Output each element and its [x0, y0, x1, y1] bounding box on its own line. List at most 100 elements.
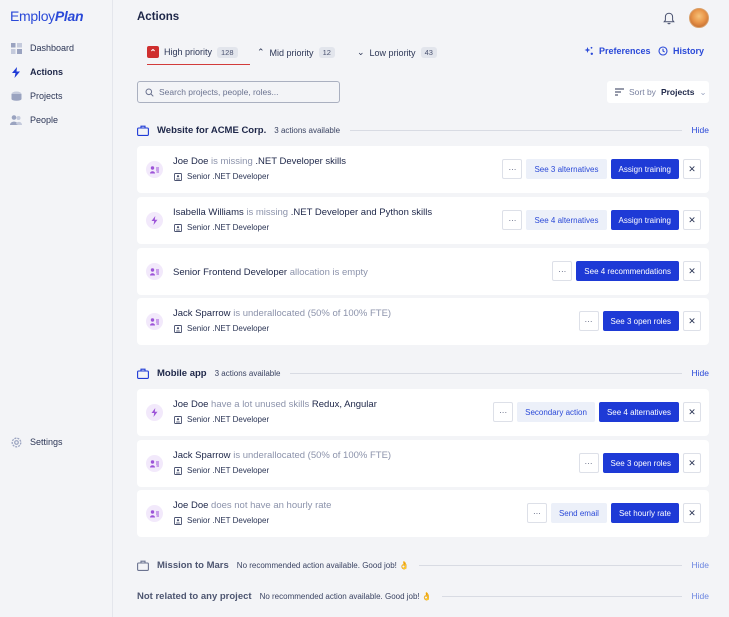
action-card: Joe Doe does not have an hourly rate Sen… [137, 490, 709, 537]
close-icon[interactable]: ✕ [683, 311, 701, 331]
close-icon[interactable]: ✕ [683, 261, 701, 281]
card-buttons: ··· Secondary action See 4 alternatives … [493, 402, 701, 422]
tab-count: 128 [217, 46, 238, 58]
hide-button[interactable]: Hide [692, 368, 709, 378]
card-buttons: ··· See 3 alternatives Assign training ✕ [502, 159, 701, 179]
sidebar-item-label: Projects [30, 91, 63, 101]
action-text: Jack Sparrow is underallocated (50% of 1… [173, 308, 391, 319]
close-icon[interactable]: ✕ [683, 159, 701, 179]
primary-action-button[interactable]: See 4 recommendations [576, 261, 679, 281]
person-name: Joe Doe [173, 399, 209, 410]
action-text: Joe Doe is missing .NET Developer skills [173, 156, 346, 167]
role-line: Senior .NET Developer [174, 516, 269, 525]
hide-button[interactable]: Hide [692, 125, 709, 135]
primary-action-button[interactable]: See 3 open roles [602, 453, 679, 473]
more-options-button[interactable]: ··· [578, 311, 599, 331]
hide-button[interactable]: Hide [692, 591, 709, 601]
role-label: Senior .NET Developer [187, 516, 270, 525]
role-label: Senior .NET Developer [187, 466, 270, 475]
more-options-button[interactable]: ··· [502, 159, 523, 179]
tab-count: 12 [318, 47, 335, 58]
action-description: does not have an hourly rate [208, 500, 332, 511]
primary-action-button[interactable]: See 4 alternatives [598, 402, 679, 422]
primary-action-button[interactable]: Assign training [610, 210, 679, 230]
logo[interactable]: EmployPlan [10, 8, 84, 24]
group-subtitle: 3 actions available [214, 368, 281, 378]
secondary-action-button[interactable]: See 3 alternatives [526, 159, 607, 179]
group-header: Website for ACME Corp. 3 actions availab… [137, 122, 709, 138]
person-name: Joe Doe [173, 156, 209, 167]
divider [350, 129, 682, 131]
lightning-icon [146, 212, 163, 229]
id-card-icon [174, 415, 182, 424]
secondary-action-button[interactable]: See 4 alternatives [526, 210, 607, 230]
sort-dropdown[interactable]: Sort by Projects ⌄ [607, 81, 709, 103]
sidebar-item-people[interactable]: People [10, 108, 105, 132]
group-header: Mobile app 3 actions available Hide [137, 365, 709, 381]
more-options-button[interactable]: ··· [552, 261, 573, 281]
person-name: Joe Doe [173, 500, 209, 511]
tab-low-priority[interactable]: ⌄ Low priority 43 [357, 40, 437, 65]
role-line: Senior .NET Developer [174, 223, 269, 232]
action-description: is underallocated (50% of 100% FTE) [230, 308, 392, 319]
role-line: Senior .NET Developer [174, 324, 269, 333]
divider [419, 564, 682, 566]
close-icon[interactable]: ✕ [683, 453, 701, 473]
close-icon[interactable]: ✕ [683, 210, 701, 230]
more-options-button[interactable]: ··· [526, 503, 547, 523]
priority-tabs: ⌃ High priority 128 ⌃ Mid priority 12 ⌄ … [137, 40, 709, 65]
secondary-action-button[interactable]: Send email [550, 503, 607, 523]
divider [441, 595, 682, 597]
card-buttons: ··· See 4 recommendations ✕ [552, 261, 701, 281]
dashboard-icon [10, 42, 22, 54]
chevron-up-icon: ⌃ [257, 47, 265, 57]
primary-action-button[interactable]: Assign training [610, 159, 679, 179]
sidebar-item-dashboard[interactable]: Dashboard [10, 36, 105, 60]
id-card-icon [174, 324, 182, 333]
sidebar-item-settings[interactable]: Settings [10, 430, 63, 454]
more-options-button[interactable]: ··· [578, 453, 599, 473]
sidebar-nav: Dashboard Actions Projects People [10, 36, 105, 132]
sidebar-item-projects[interactable]: Projects [10, 84, 105, 108]
preferences-link[interactable]: Preferences [584, 40, 651, 62]
close-icon[interactable]: ✕ [683, 402, 701, 422]
briefcase-icon [137, 368, 149, 379]
tab-label: Low priority [369, 47, 416, 58]
history-label: History [673, 46, 705, 56]
action-description: is missing [243, 207, 291, 218]
top-bar-icons [663, 8, 709, 28]
tab-mid-priority[interactable]: ⌃ Mid priority 12 [257, 40, 335, 65]
close-icon[interactable]: ✕ [683, 503, 701, 523]
tab-count: 43 [420, 47, 437, 58]
tab-high-priority[interactable]: ⌃ High priority 128 [147, 40, 250, 65]
page-title: Actions [137, 11, 180, 23]
sidebar: EmployPlan Dashboard Actions Projects Pe… [0, 0, 113, 617]
projects-icon [10, 90, 22, 102]
primary-action-button[interactable]: See 3 open roles [602, 311, 679, 331]
secondary-action-button[interactable]: Secondary action [517, 402, 595, 422]
briefcase-icon [137, 125, 149, 136]
more-options-button[interactable]: ··· [502, 210, 523, 230]
role-name: Senior Frontend Developer [173, 267, 288, 278]
action-card: Jack Sparrow is underallocated (50% of 1… [137, 298, 709, 345]
card-buttons: ··· See 3 open roles ✕ [578, 311, 701, 331]
logo-part1: Employ [10, 8, 55, 24]
id-card-icon [174, 516, 182, 525]
avatar[interactable] [689, 8, 709, 28]
bell-icon[interactable] [663, 12, 675, 25]
priority-high-icon: ⌃ [147, 46, 159, 58]
action-card: Jack Sparrow is underallocated (50% of 1… [137, 440, 709, 487]
group-subtitle: No recommended action available. Good jo… [259, 591, 432, 601]
preferences-label: Preferences [599, 46, 651, 56]
action-card: Joe Doe have a lot unused skills Redux, … [137, 389, 709, 436]
sidebar-item-actions[interactable]: Actions [10, 60, 105, 84]
action-description: allocation is empty [287, 267, 368, 278]
briefcase-icon [137, 560, 149, 571]
search-input[interactable] [159, 87, 329, 97]
sort-value: Projects [660, 87, 695, 97]
primary-action-button[interactable]: Set hourly rate [610, 503, 679, 523]
history-link[interactable]: History [658, 40, 704, 62]
more-options-button[interactable]: ··· [493, 402, 514, 422]
group-name: Mobile app [157, 367, 207, 379]
hide-button[interactable]: Hide [692, 560, 709, 570]
